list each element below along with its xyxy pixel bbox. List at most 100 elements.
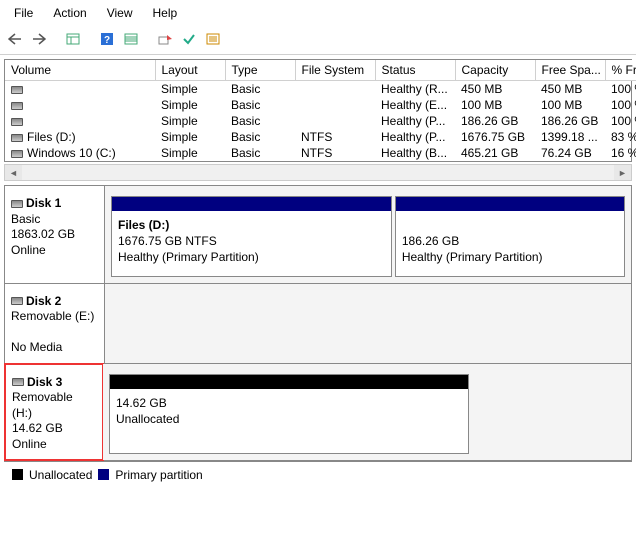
volume-row[interactable]: SimpleBasicHealthy (E...100 MB100 MB100 … — [5, 97, 636, 113]
disk-2-status: No Media — [11, 340, 62, 354]
legend: Unallocated Primary partition — [4, 461, 632, 486]
volume-row[interactable]: Windows 10 (C:)SimpleBasicNTFSHealthy (B… — [5, 145, 636, 161]
col-volume[interactable]: Volume — [5, 60, 155, 81]
col-filesystem[interactable]: File System — [295, 60, 375, 81]
cell-volume: Windows 10 (C:) — [5, 145, 155, 161]
menu-action[interactable]: Action — [43, 2, 96, 24]
cell-volume — [5, 97, 155, 113]
disk-3-size: 14.62 GB — [12, 421, 63, 435]
help-button[interactable]: ? — [96, 28, 118, 50]
disk-icon — [11, 297, 23, 305]
volume-row[interactable]: SimpleBasicHealthy (R...450 MB450 MB100 … — [5, 81, 636, 98]
disk-1-partition-2[interactable]: 186.26 GB Healthy (Primary Partition) — [395, 196, 625, 277]
action-button[interactable] — [154, 28, 176, 50]
disk-1-header[interactable]: Disk 1 Basic 1863.02 GB Online — [5, 186, 105, 283]
partition-title: Files (D:) — [118, 218, 169, 232]
menu-bar: File Action View Help — [0, 0, 636, 26]
back-button[interactable] — [4, 28, 26, 50]
disk-2-header[interactable]: Disk 2 Removable (E:) No Media — [5, 284, 105, 363]
cell-status: Healthy (E... — [375, 97, 455, 113]
cell-status: Healthy (B... — [375, 145, 455, 161]
disk-1-row: Disk 1 Basic 1863.02 GB Online Files (D:… — [5, 186, 631, 284]
cell-capacity: 100 MB — [455, 97, 535, 113]
volume-icon — [11, 150, 23, 158]
cell-capacity: 465.21 GB — [455, 145, 535, 161]
cell-pct: 100 % — [605, 97, 636, 113]
column-headers: Volume Layout Type File System Status Ca… — [5, 60, 636, 81]
disk-3-partition-1[interactable]: 14.62 GB Unallocated — [109, 374, 469, 454]
menu-help[interactable]: Help — [143, 2, 188, 24]
disk-graphical-view: Disk 1 Basic 1863.02 GB Online Files (D:… — [4, 185, 632, 461]
svg-text:?: ? — [104, 35, 110, 46]
cell-volume — [5, 113, 155, 129]
disk-1-status: Online — [11, 243, 46, 257]
list-button[interactable] — [120, 28, 142, 50]
disk-3-row: Disk 3 Removable (H:) 14.62 GB Online 14… — [5, 364, 631, 460]
partition-bar — [112, 197, 391, 211]
partition-bar — [110, 375, 468, 389]
menu-file[interactable]: File — [4, 2, 43, 24]
disk-1-type: Basic — [11, 212, 40, 226]
partition-status: Healthy (Primary Partition) — [402, 250, 543, 264]
disk-2-type: Removable (E:) — [11, 309, 94, 323]
properties-button[interactable] — [202, 28, 224, 50]
volume-icon — [11, 86, 23, 94]
cell-free: 76.24 GB — [535, 145, 605, 161]
cell-free: 186.26 GB — [535, 113, 605, 129]
disk-1-partition-1[interactable]: Files (D:) 1676.75 GB NTFS Healthy (Prim… — [111, 196, 392, 277]
cell-status: Healthy (P... — [375, 129, 455, 145]
cell-fs — [295, 97, 375, 113]
disk-icon — [11, 200, 23, 208]
disk-icon — [12, 378, 24, 386]
forward-button[interactable] — [28, 28, 50, 50]
cell-fs: NTFS — [295, 145, 375, 161]
cell-free: 1399.18 ... — [535, 129, 605, 145]
disk-3-status: Online — [12, 437, 47, 451]
partition-size: 1676.75 GB NTFS — [118, 234, 217, 248]
cell-capacity: 1676.75 GB — [455, 129, 535, 145]
menu-view[interactable]: View — [97, 2, 143, 24]
disk-2-body — [105, 284, 631, 363]
col-type[interactable]: Type — [225, 60, 295, 81]
col-layout[interactable]: Layout — [155, 60, 225, 81]
cell-pct: 100 % — [605, 81, 636, 98]
disk-3-name: Disk 3 — [27, 375, 62, 389]
col-status[interactable]: Status — [375, 60, 455, 81]
cell-pct: 16 % — [605, 145, 636, 161]
col-pctfree[interactable]: % Fre — [605, 60, 636, 81]
volume-row[interactable]: SimpleBasicHealthy (P...186.26 GB186.26 … — [5, 113, 636, 129]
toolbar: ? — [0, 26, 636, 55]
cell-layout: Simple — [155, 97, 225, 113]
scroll-left-icon[interactable]: ◄ — [5, 165, 22, 180]
cell-free: 450 MB — [535, 81, 605, 98]
legend-primary-swatch — [98, 469, 109, 480]
disk-1-size: 1863.02 GB — [11, 227, 75, 241]
cell-type: Basic — [225, 97, 295, 113]
cell-capacity: 450 MB — [455, 81, 535, 98]
volume-list: Volume Layout Type File System Status Ca… — [4, 59, 632, 162]
partition-status: Unallocated — [116, 412, 179, 426]
volume-icon — [11, 118, 23, 126]
col-capacity[interactable]: Capacity — [455, 60, 535, 81]
scroll-right-icon[interactable]: ► — [614, 165, 631, 180]
col-freespace[interactable]: Free Spa... — [535, 60, 605, 81]
partition-size: 14.62 GB — [116, 396, 167, 410]
check-button[interactable] — [178, 28, 200, 50]
panel-button[interactable] — [62, 28, 84, 50]
cell-fs — [295, 81, 375, 98]
cell-layout: Simple — [155, 113, 225, 129]
horizontal-scrollbar[interactable]: ◄ ► — [4, 164, 632, 181]
disk-3-header[interactable]: Disk 3 Removable (H:) 14.62 GB Online — [4, 363, 104, 461]
cell-type: Basic — [225, 145, 295, 161]
cell-status: Healthy (R... — [375, 81, 455, 98]
cell-volume — [5, 81, 155, 98]
legend-unallocated-swatch — [12, 469, 23, 480]
cell-capacity: 186.26 GB — [455, 113, 535, 129]
disk-2-row: Disk 2 Removable (E:) No Media — [5, 284, 631, 364]
disk-1-name: Disk 1 — [26, 196, 61, 210]
partition-size: 186.26 GB — [402, 234, 459, 248]
volume-row[interactable]: Files (D:)SimpleBasicNTFSHealthy (P...16… — [5, 129, 636, 145]
cell-type: Basic — [225, 113, 295, 129]
cell-pct: 83 % — [605, 129, 636, 145]
legend-primary-label: Primary partition — [115, 468, 202, 482]
